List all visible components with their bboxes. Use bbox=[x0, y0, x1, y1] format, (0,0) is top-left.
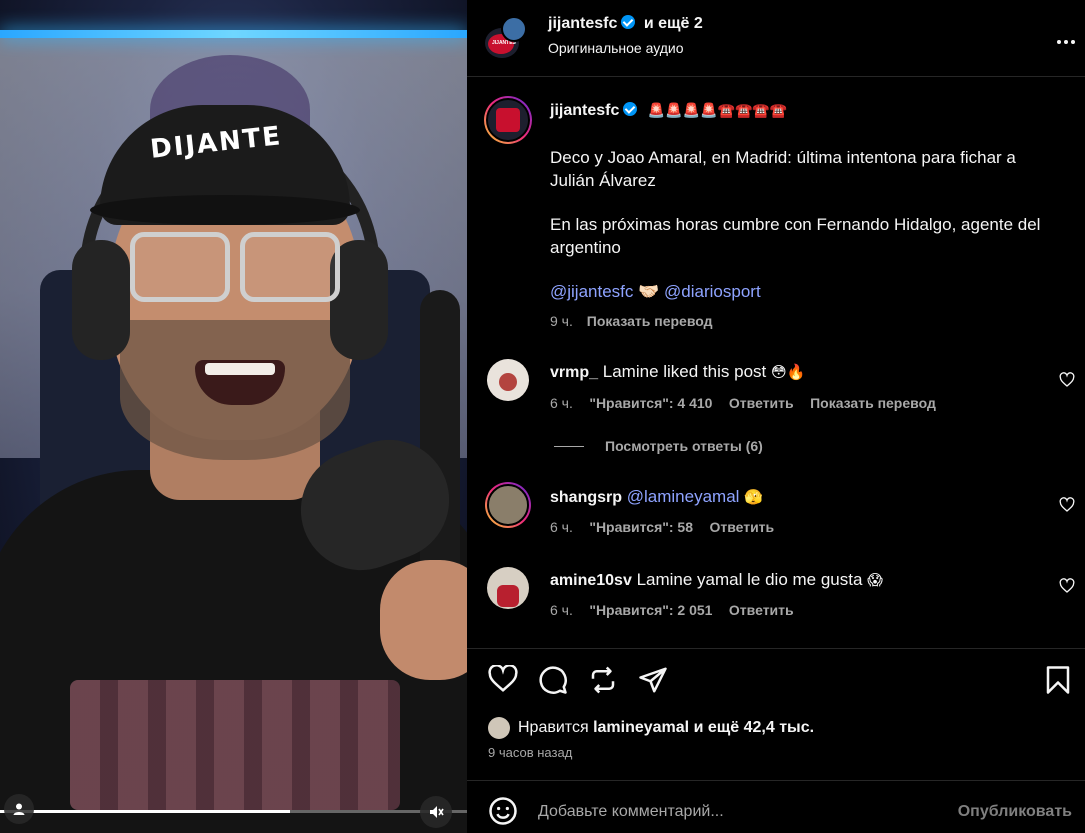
comment-translate-button[interactable]: Показать перевод bbox=[810, 395, 936, 411]
likes-text: Нравится lamineyamal и ещё 42,4 тыс. bbox=[518, 719, 814, 737]
comment-reply-button[interactable]: Ответить bbox=[709, 519, 774, 535]
comment-body: shangsrp @lamineyamal 🫣 bbox=[550, 487, 763, 507]
comment-text: Lamine liked this post bbox=[602, 362, 767, 381]
likes-more[interactable]: и ещё 42,4 тыс. bbox=[694, 719, 814, 736]
comment-reply-button[interactable]: Ответить bbox=[729, 602, 794, 618]
posted-ago[interactable]: 9 часов назад bbox=[488, 745, 572, 760]
caption-text-2: En las próximas horas cumbre con Fernand… bbox=[550, 215, 1041, 257]
save-button[interactable] bbox=[1045, 665, 1071, 700]
share-button[interactable] bbox=[638, 665, 668, 700]
likes-prefix: Нравится bbox=[518, 719, 589, 736]
comment-username[interactable]: vrmp_ bbox=[550, 364, 598, 381]
comment-reply-button[interactable]: Ответить bbox=[729, 395, 794, 411]
caption-mentions: @jijantesfc 🤝🏻 @diariosport bbox=[550, 282, 761, 302]
caption-text-1: Deco y Joao Amaral, en Madrid: última in… bbox=[550, 148, 1016, 190]
cap-brim bbox=[90, 195, 360, 225]
header-title: jijantesfc и ещё 2 bbox=[548, 15, 703, 33]
comment-like-button[interactable] bbox=[1059, 372, 1075, 388]
comment-time[interactable]: 6 ч. bbox=[550, 395, 573, 411]
caption-translate-button[interactable]: Показать перевод bbox=[587, 313, 713, 329]
headphone-left bbox=[72, 240, 130, 360]
comment-likes[interactable]: "Нравится": 4 410 bbox=[589, 395, 712, 411]
person-teeth bbox=[205, 363, 275, 375]
shirt-print bbox=[70, 680, 400, 810]
comment-likes[interactable]: "Нравится": 58 bbox=[589, 519, 693, 535]
verified-icon bbox=[623, 102, 638, 116]
comment-like-button[interactable] bbox=[1059, 497, 1075, 513]
comment-avatar[interactable] bbox=[487, 359, 529, 401]
liker-avatar[interactable] bbox=[488, 717, 510, 739]
emoji-icon bbox=[489, 797, 517, 825]
glasses-right-lens bbox=[240, 232, 340, 302]
like-button[interactable] bbox=[488, 664, 518, 698]
verified-icon bbox=[621, 15, 636, 29]
comment-icon bbox=[539, 666, 567, 694]
repost-icon bbox=[591, 666, 615, 694]
heart-icon bbox=[1059, 497, 1075, 512]
comment-text: Lamine yamal le dio me gusta bbox=[636, 570, 863, 589]
heart-icon bbox=[488, 664, 518, 692]
emoji-button[interactable] bbox=[488, 796, 518, 831]
comment-like-button[interactable] bbox=[1059, 578, 1075, 594]
caption-username[interactable]: jijantesfc bbox=[550, 102, 619, 119]
comment-username[interactable]: shangsrp bbox=[550, 489, 622, 506]
heart-icon bbox=[1059, 578, 1075, 593]
comment-emoji: 🫣 bbox=[744, 489, 763, 506]
comment-body: amine10sv Lamine yamal le dio me gusta 😱 bbox=[550, 570, 883, 590]
comment-avatar-ring[interactable] bbox=[485, 482, 531, 528]
publish-button[interactable]: Опубликовать bbox=[958, 803, 1072, 821]
caption-avatar bbox=[486, 98, 530, 142]
comment-emoji: 😱 bbox=[867, 572, 883, 589]
header-divider bbox=[467, 76, 1085, 77]
caption-avatar-ring[interactable] bbox=[484, 96, 532, 144]
caption-meta: 9 ч. Показать перевод bbox=[550, 313, 713, 329]
mention-jijantesfc[interactable]: @jijantesfc bbox=[550, 282, 633, 301]
header-and-more[interactable]: и ещё 2 bbox=[644, 15, 703, 32]
caption-header: jijantesfc 🚨🚨🚨🚨☎️☎️☎️☎️ bbox=[550, 102, 787, 120]
handshake-emoji: 🤝🏻 bbox=[638, 282, 660, 301]
audio-label[interactable]: Оригинальное аудио bbox=[548, 40, 684, 56]
tagged-users-button[interactable] bbox=[4, 794, 34, 824]
neon-light bbox=[0, 30, 467, 38]
comment-meta: 6 ч. "Нравится": 58 Ответить bbox=[550, 519, 774, 537]
header-username[interactable]: jijantesfc bbox=[548, 15, 617, 32]
video-progress-fill bbox=[0, 810, 290, 813]
comment-body: vrmp_ Lamine liked this post 😳🔥 bbox=[550, 362, 805, 382]
comment-meta: 6 ч. "Нравится": 2 051 Ответить bbox=[550, 602, 794, 620]
mute-icon bbox=[430, 806, 444, 818]
glasses-left-lens bbox=[130, 232, 230, 302]
comment-mention[interactable]: @lamineyamal bbox=[627, 487, 740, 506]
repost-button[interactable] bbox=[588, 665, 618, 700]
comment-likes[interactable]: "Нравится": 2 051 bbox=[589, 602, 712, 618]
replies-line bbox=[554, 446, 584, 447]
coauthor-avatar[interactable] bbox=[501, 16, 527, 42]
post-sidebar: JIJANTES jijantesfc и ещё 2 Оригинальное… bbox=[467, 0, 1085, 833]
reel-video[interactable]: DIJANTE bbox=[0, 0, 467, 833]
heart-icon bbox=[1059, 372, 1075, 387]
comment-avatar bbox=[487, 484, 529, 526]
more-options-button[interactable] bbox=[1056, 32, 1076, 50]
comment-emoji: 😳🔥 bbox=[770, 364, 806, 381]
comment-button[interactable] bbox=[538, 665, 568, 700]
user-icon bbox=[13, 803, 25, 815]
mute-button[interactable] bbox=[420, 796, 452, 828]
mention-diariosport[interactable]: @diariosport bbox=[664, 282, 761, 301]
comment-meta: 6 ч. "Нравится": 4 410 Ответить Показать… bbox=[550, 395, 936, 413]
comment-time[interactable]: 6 ч. bbox=[550, 602, 573, 618]
comment-username[interactable]: amine10sv bbox=[550, 572, 632, 589]
share-icon bbox=[639, 667, 667, 693]
comment-input[interactable] bbox=[538, 799, 928, 825]
person-hand bbox=[380, 560, 467, 680]
comment-time[interactable]: 6 ч. bbox=[550, 519, 573, 535]
actions-divider bbox=[467, 648, 1085, 649]
bookmark-icon bbox=[1046, 666, 1070, 694]
caption-emoji: 🚨🚨🚨🚨☎️☎️☎️☎️ bbox=[647, 102, 788, 118]
view-replies-button[interactable]: Посмотреть ответы (6) bbox=[605, 438, 763, 454]
comment-box-divider bbox=[467, 780, 1085, 781]
comment-avatar[interactable] bbox=[487, 567, 529, 609]
likes-user[interactable]: lamineyamal bbox=[593, 719, 689, 736]
video-progress[interactable] bbox=[0, 810, 467, 813]
caption-time[interactable]: 9 ч. bbox=[550, 313, 573, 329]
more-icon bbox=[1057, 40, 1075, 44]
